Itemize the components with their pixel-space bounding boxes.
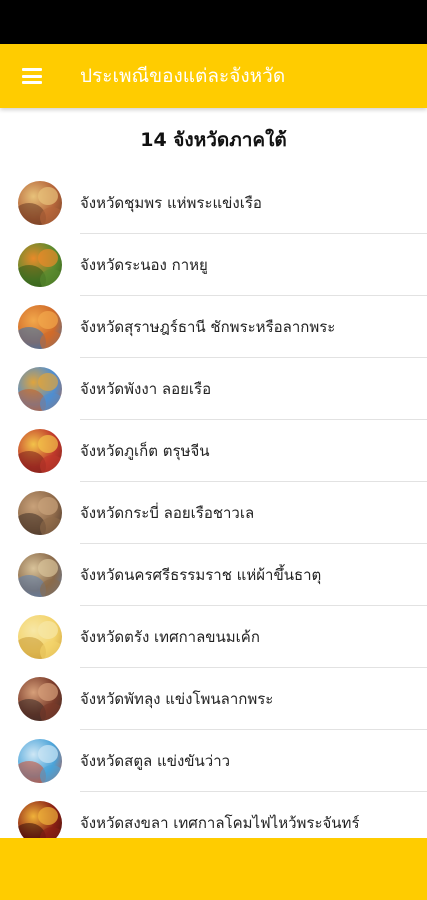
province-thumbnail-image (18, 305, 62, 349)
province-thumbnail-image (18, 739, 62, 783)
list-item-label: จังหวัดภูเก็ต ตรุษจีน (80, 442, 210, 460)
app-title: ประเพณีของแต่ละจังหวัด (80, 65, 286, 87)
section-title: 14 จังหวัดภาคใต้ (140, 129, 287, 151)
list-item[interactable]: จังหวัดภูเก็ต ตรุษจีน (0, 420, 427, 482)
province-thumbnail-image (18, 181, 62, 225)
province-thumbnail-image (18, 243, 62, 287)
list-item-label: จังหวัดพังงา ลอยเรือ (80, 380, 212, 398)
province-thumbnail-image (18, 677, 62, 721)
list-item[interactable]: จังหวัดตรัง เทศกาลขนมเค้ก (0, 606, 427, 668)
list-item-label: จังหวัดนครศรีธรรมราช แห่ผ้าขึ้นธาตุ (80, 566, 322, 584)
list-item[interactable]: จังหวัดระนอง กาหยู (0, 234, 427, 296)
list-item-label: จังหวัดกระบี่ ลอยเรือชาวเล (80, 504, 255, 522)
list-item-label: จังหวัดตรัง เทศกาลขนมเค้ก (80, 628, 260, 646)
province-thumbnail-image (18, 615, 62, 659)
hamburger-menu-icon (22, 68, 42, 84)
list-item-label: จังหวัดพัทลุง แข่งโพนลากพระ (80, 690, 274, 708)
list-item[interactable]: จังหวัดนครศรีธรรมราช แห่ผ้าขึ้นธาตุ (0, 544, 427, 606)
list-item[interactable]: จังหวัดพัทลุง แข่งโพนลากพระ (0, 668, 427, 730)
province-thumbnail-image (18, 801, 62, 838)
list-item[interactable]: จังหวัดสงขลา เทศกาลโคมไฟไหว้พระจันทร์ (0, 792, 427, 838)
province-thumbnail-image (18, 429, 62, 473)
list-item-label: จังหวัดระนอง กาหยู (80, 256, 208, 274)
bottom-banner (0, 838, 427, 900)
content-area: 14 จังหวัดภาคใต้ จังหวัดชุมพร แห่พระแข่ง… (0, 108, 427, 838)
list-item[interactable]: จังหวัดพังงา ลอยเรือ (0, 358, 427, 420)
province-thumbnail-image (18, 367, 62, 411)
list-item[interactable]: จังหวัดสุราษฎร์ธานี ชักพระหรือลากพระ (0, 296, 427, 358)
list-item[interactable]: จังหวัดชุมพร แห่พระแข่งเรือ (0, 172, 427, 234)
province-thumbnail-image (18, 491, 62, 535)
province-list: จังหวัดชุมพร แห่พระแข่งเรือจังหวัดระนอง … (0, 172, 427, 838)
app-bar: ประเพณีของแต่ละจังหวัด (0, 44, 427, 108)
list-item-label: จังหวัดสุราษฎร์ธานี ชักพระหรือลากพระ (80, 318, 336, 336)
list-item[interactable]: จังหวัดสตูล แข่งขันว่าว (0, 730, 427, 792)
menu-button[interactable] (0, 44, 64, 108)
list-item[interactable]: จังหวัดกระบี่ ลอยเรือชาวเล (0, 482, 427, 544)
province-thumbnail-image (18, 553, 62, 597)
list-item-label: จังหวัดสงขลา เทศกาลโคมไฟไหว้พระจันทร์ (80, 814, 360, 832)
status-bar (0, 0, 427, 44)
list-item-label: จังหวัดสตูล แข่งขันว่าว (80, 752, 231, 770)
list-item-label: จังหวัดชุมพร แห่พระแข่งเรือ (80, 194, 262, 212)
